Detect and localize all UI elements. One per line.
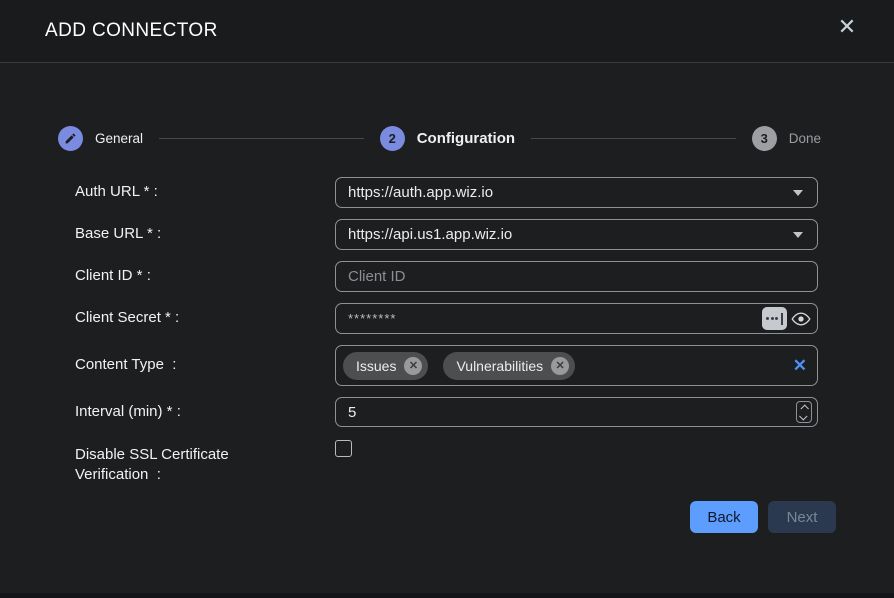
auth-url-label: Auth URL * :: [75, 182, 335, 202]
base-url-row: Base URL * : https://api.us1.app.wiz.io: [75, 219, 818, 250]
interval-label: Interval (min) * :: [75, 402, 335, 422]
add-connector-modal: ADD CONNECTOR ✕ General 2 Configuration …: [0, 0, 894, 598]
chip-vulnerabilities: Vulnerabilities ✕: [443, 352, 575, 380]
ssl-checkbox[interactable]: [335, 440, 352, 457]
password-autofill-icon[interactable]: [762, 307, 787, 330]
base-url-value: https://api.us1.app.wiz.io: [348, 226, 793, 243]
modal-title: ADD CONNECTOR: [45, 20, 218, 42]
step-label-done: Done: [789, 131, 821, 146]
ssl-row: Disable SSL Certificate Verification :: [75, 440, 818, 486]
stepper-step-done: 3 Done: [752, 126, 821, 151]
stepper-step-general[interactable]: General: [58, 126, 143, 151]
number-stepper[interactable]: [796, 401, 812, 423]
chip-remove-icon[interactable]: ✕: [551, 357, 569, 375]
content-type-label: Content Type :: [75, 355, 335, 375]
chip-remove-icon[interactable]: ✕: [404, 357, 422, 375]
eye-icon[interactable]: [791, 309, 811, 329]
back-button[interactable]: Back: [690, 501, 758, 533]
client-secret-field[interactable]: ********: [335, 303, 818, 334]
client-id-field: [335, 261, 818, 292]
content-type-row: Content Type : Issues ✕ Vulnerabilities …: [75, 345, 818, 386]
client-secret-masked-value: ********: [348, 311, 762, 326]
modal-header: ADD CONNECTOR ✕: [0, 0, 894, 63]
modal-footer: Back Next: [690, 501, 836, 533]
modal-bottom-edge: [0, 593, 894, 598]
base-url-label: Base URL * :: [75, 224, 335, 244]
base-url-select[interactable]: https://api.us1.app.wiz.io: [335, 219, 818, 250]
content-type-multiselect[interactable]: Issues ✕ Vulnerabilities ✕ ✕: [335, 345, 818, 386]
next-button[interactable]: Next: [768, 501, 836, 533]
step-label-general: General: [95, 131, 143, 146]
chevron-up-icon: [800, 404, 808, 412]
pencil-icon: [58, 126, 83, 151]
client-id-input[interactable]: [348, 262, 805, 291]
auth-url-row: Auth URL * : https://auth.app.wiz.io: [75, 177, 818, 208]
client-id-row: Client ID * :: [75, 261, 818, 292]
chip-issues: Issues ✕: [343, 352, 428, 380]
chevron-down-icon: [793, 190, 803, 196]
interval-row: Interval (min) * :: [75, 397, 818, 427]
close-icon[interactable]: ✕: [834, 14, 860, 40]
client-secret-row: Client Secret * : ********: [75, 303, 818, 334]
step-number-2: 2: [380, 126, 405, 151]
step-label-configuration: Configuration: [417, 130, 515, 147]
stepper-step-configuration[interactable]: 2 Configuration: [380, 126, 515, 151]
step-number-3: 3: [752, 126, 777, 151]
clear-all-icon[interactable]: ✕: [793, 356, 807, 376]
interval-field: [335, 397, 818, 427]
chevron-down-icon: [793, 232, 803, 238]
stepper-divider: [531, 138, 736, 139]
auth-url-value: https://auth.app.wiz.io: [348, 184, 793, 201]
interval-input[interactable]: [348, 398, 796, 426]
client-id-label: Client ID * :: [75, 266, 335, 286]
ssl-label: Disable SSL Certificate Verification :: [75, 445, 290, 486]
auth-url-select[interactable]: https://auth.app.wiz.io: [335, 177, 818, 208]
chevron-down-icon: [799, 412, 807, 420]
client-secret-label: Client Secret * :: [75, 308, 335, 328]
chip-label: Vulnerabilities: [456, 358, 543, 374]
stepper-divider: [159, 138, 364, 139]
chip-label: Issues: [356, 358, 396, 374]
wizard-stepper: General 2 Configuration 3 Done: [58, 126, 821, 151]
